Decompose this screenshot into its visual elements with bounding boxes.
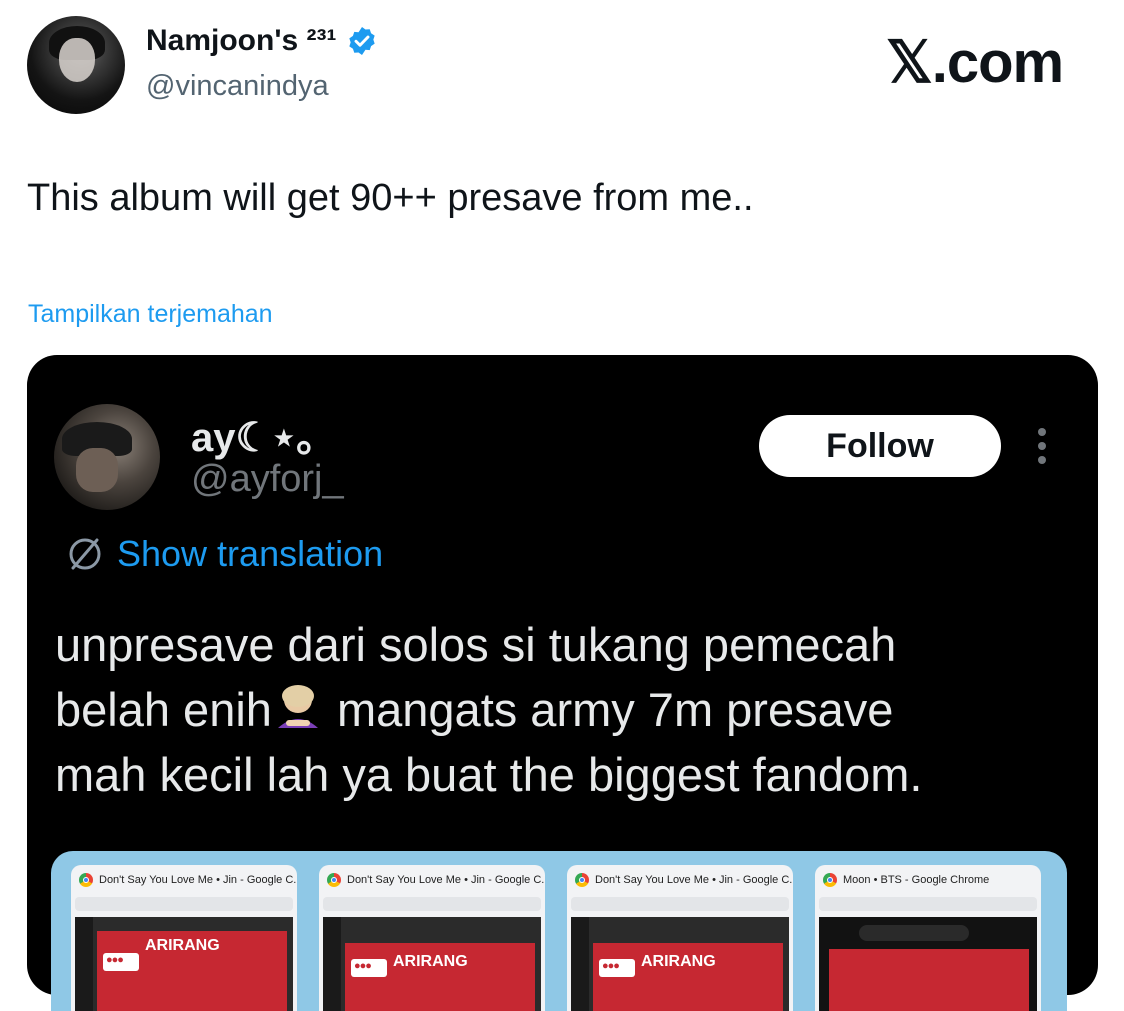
- address-bar: [819, 897, 1037, 911]
- album-label: ARIRANG: [641, 953, 716, 970]
- album-banner: ARIRANG: [593, 943, 783, 1011]
- album-banner: ARIRANG: [345, 943, 535, 1011]
- address-bar: [571, 897, 789, 911]
- quoted-line-3: mah kecil lah ya buat the biggest fandom…: [55, 748, 923, 801]
- window-title: Don't Say You Love Me • Jin - Google C..…: [575, 873, 793, 887]
- show-translation-label: Show translation: [117, 533, 384, 574]
- window-content: ARIRANG: [323, 917, 541, 1011]
- avatar[interactable]: [27, 16, 125, 114]
- handle[interactable]: @vincanindya: [146, 70, 329, 103]
- album-label: ARIRANG: [393, 953, 468, 970]
- tweet-text: This album will get 90++ presave from me…: [27, 177, 754, 219]
- quoted-line-2a: belah enih: [55, 683, 272, 736]
- browser-window-1: Don't Say You Love Me • Jin - Google C..…: [71, 865, 297, 1011]
- quoted-display-name: ay☾⋆｡: [191, 416, 317, 460]
- avatar-face: [59, 38, 95, 82]
- window-sidebar: [75, 917, 93, 1011]
- quoted-line-2b: mangats army 7m presave: [336, 683, 894, 736]
- media-attachment: Don't Say You Love Me • Jin - Google C..…: [51, 851, 1067, 1011]
- chrome-icon: [575, 873, 589, 887]
- window-content: ARIRANG: [571, 917, 789, 1011]
- address-bar: [75, 897, 293, 911]
- follow-button: Follow: [759, 415, 1001, 477]
- album-logo: [351, 959, 387, 977]
- quoted-handle: @ayforj_: [191, 458, 344, 500]
- spotify-search: [859, 925, 969, 941]
- show-translation: Show translation: [65, 533, 383, 575]
- window-content: ARIRANG: [75, 917, 293, 1011]
- address-bar: [323, 897, 541, 911]
- browser-window-2: Don't Say You Love Me • Jin - Google C..…: [319, 865, 545, 1011]
- window-title: Don't Say You Love Me • Jin - Google C..…: [79, 873, 297, 887]
- album-banner: ARIRANG: [97, 931, 287, 1011]
- x-com-logo: 𝕏.com: [886, 30, 1064, 95]
- quoted-screenshot[interactable]: ay☾⋆｡ @ayforj_ Follow Show translation u…: [27, 355, 1098, 1011]
- chrome-icon: [327, 873, 341, 887]
- avatar-face: [76, 448, 118, 492]
- browser-window-3: Don't Say You Love Me • Jin - Google C..…: [567, 865, 793, 1011]
- album-logo: [599, 959, 635, 977]
- album-logo: [103, 953, 139, 971]
- window-title: Don't Say You Love Me • Jin - Google C..…: [327, 873, 545, 887]
- globe-slash-icon: [69, 538, 101, 570]
- browser-window-4: Moon • BTS - Google Chrome: [815, 865, 1041, 1011]
- display-name-row[interactable]: Namjoon's ²³¹: [146, 24, 378, 58]
- person-bowing-emoji-icon: [277, 685, 318, 728]
- chrome-icon: [823, 873, 837, 887]
- quoted-tweet-text: unpresave dari solos si tukang pemecah b…: [55, 612, 1075, 807]
- album-banner: [829, 949, 1029, 1011]
- spotify-window: [819, 917, 1037, 1011]
- translate-link[interactable]: Tampilkan terjemahan: [28, 300, 273, 329]
- verified-badge-icon: [349, 27, 376, 55]
- quoted-avatar: [54, 404, 160, 510]
- window-sidebar: [571, 917, 589, 1011]
- window-title: Moon • BTS - Google Chrome: [823, 873, 989, 887]
- quoted-line-2: belah enih mangats army 7m presave: [55, 677, 1075, 742]
- display-name[interactable]: Namjoon's ²³¹: [146, 24, 336, 58]
- window-sidebar: [323, 917, 341, 1011]
- chrome-icon: [79, 873, 93, 887]
- more-options-icon: [1035, 428, 1049, 468]
- album-label: ARIRANG: [145, 937, 220, 954]
- quoted-line-1: unpresave dari solos si tukang pemecah: [55, 618, 897, 671]
